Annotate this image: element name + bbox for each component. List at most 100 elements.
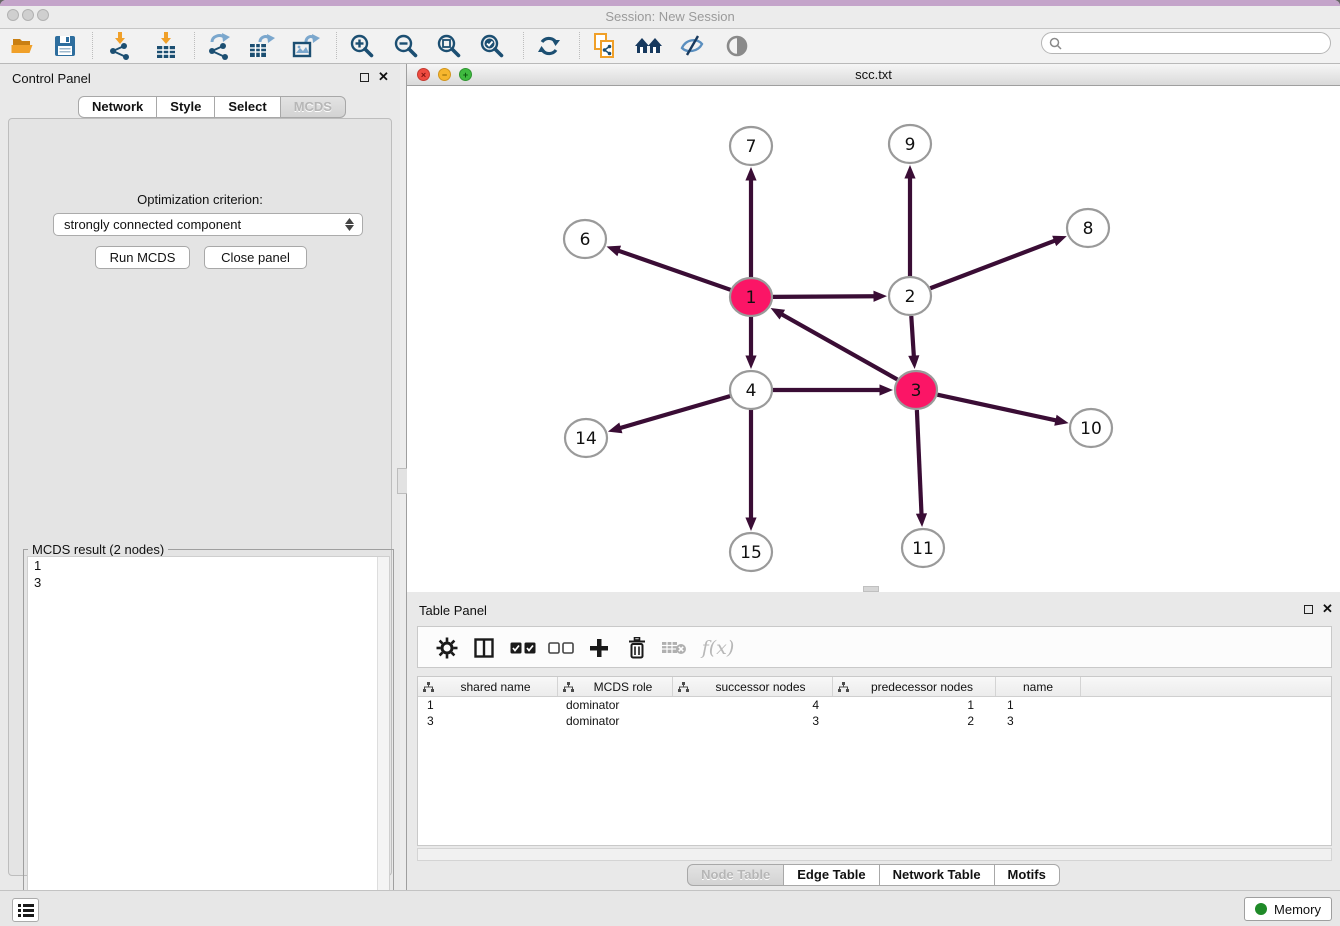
graph-edge-3-11[interactable] (917, 410, 922, 516)
graph-edge-2-3[interactable] (911, 316, 914, 358)
save-session-button[interactable] (47, 31, 83, 61)
hide-all-columns-button[interactable] (545, 633, 577, 663)
tab-select[interactable]: Select (214, 96, 280, 118)
table-toolbar: f(x) (417, 626, 1332, 668)
add-column-button[interactable] (583, 633, 615, 663)
column-header-mcds-role[interactable]: MCDS role (558, 677, 673, 696)
clone-network-button[interactable] (587, 31, 623, 61)
float-panel-icon[interactable] (1304, 605, 1313, 614)
mcds-result-textarea[interactable]: 1 3 (27, 556, 390, 922)
graph-edge-arrow-2-8 (1052, 236, 1067, 246)
cell-name[interactable]: 3 (996, 713, 1081, 729)
table-row[interactable]: 3 dominator 3 2 3 (418, 713, 1331, 729)
column-header-successor-nodes[interactable]: successor nodes (673, 677, 833, 696)
unchecked-boxes-icon (548, 642, 574, 654)
zoom-in-button[interactable] (344, 31, 380, 61)
column-header-name[interactable]: name (996, 677, 1081, 696)
graph-node-label-10: 10 (1080, 419, 1102, 439)
tab-edge-table[interactable]: Edge Table (783, 864, 879, 886)
optimization-criterion-select[interactable]: strongly connected component (53, 213, 363, 236)
close-panel-icon[interactable]: ✕ (378, 70, 389, 84)
main-toolbar (0, 29, 1340, 64)
split-view-button[interactable] (468, 633, 500, 663)
run-mcds-button[interactable]: Run MCDS (95, 246, 190, 269)
network-graph[interactable]: 7968124314101511 (407, 86, 1340, 592)
column-header-shared-name[interactable]: shared name (418, 677, 558, 696)
zoom-selected-button[interactable] (474, 31, 510, 61)
graph-edge-3-1[interactable] (781, 314, 898, 380)
network-window-titlebar[interactable]: × − + scc.txt (407, 64, 1340, 86)
close-panel-button[interactable]: Close panel (204, 246, 307, 269)
memory-label: Memory (1274, 902, 1321, 917)
application-window: Session: New Session (0, 0, 1340, 926)
cell-predecessor-nodes[interactable]: 1 (833, 697, 996, 713)
toolbar-separator (336, 32, 337, 59)
tab-motifs[interactable]: Motifs (994, 864, 1060, 886)
cell-mcds-role[interactable]: dominator (558, 697, 673, 713)
clone-network-icon (592, 32, 618, 60)
export-table-button[interactable] (244, 31, 280, 61)
attribute-icon (423, 682, 434, 692)
search-field[interactable] (1041, 32, 1331, 54)
import-table-button[interactable] (148, 31, 184, 61)
zoom-out-button[interactable] (388, 31, 424, 61)
cell-mcds-role[interactable]: dominator (558, 713, 673, 729)
cell-name[interactable]: 1 (996, 697, 1081, 713)
cell-successor-nodes[interactable]: 3 (673, 713, 833, 729)
tab-mcds[interactable]: MCDS (280, 96, 346, 118)
close-panel-icon[interactable]: ✕ (1322, 602, 1333, 616)
mcds-result-title: MCDS result (2 nodes) (28, 542, 168, 557)
mcds-panel: Optimization criterion: strongly connect… (8, 118, 392, 876)
float-panel-icon[interactable] (360, 73, 369, 82)
graph-edge-1-6[interactable] (617, 250, 730, 290)
table-row[interactable]: 1 dominator 4 1 1 (418, 697, 1331, 713)
cell-shared-name[interactable]: 3 (418, 713, 558, 729)
checked-boxes-icon (510, 642, 536, 654)
delete-column-button[interactable] (621, 633, 653, 663)
search-input[interactable] (1066, 35, 1330, 51)
memory-button[interactable]: Memory (1244, 897, 1332, 921)
graph-edge-2-8[interactable] (930, 240, 1056, 288)
split-columns-icon (474, 638, 494, 658)
toolbar-separator (523, 32, 524, 59)
tab-node-table[interactable]: Node Table (687, 864, 784, 886)
import-network-button[interactable] (102, 31, 138, 61)
cell-predecessor-nodes[interactable]: 2 (833, 713, 996, 729)
result-scrollbar[interactable] (377, 557, 389, 921)
show-all-columns-button[interactable] (507, 633, 539, 663)
network-view[interactable]: 7968124314101511 (407, 86, 1340, 592)
home-button[interactable] (631, 31, 667, 61)
graph-edge-1-2[interactable] (773, 296, 876, 297)
tab-style[interactable]: Style (156, 96, 215, 118)
graph-edge-3-10[interactable] (937, 395, 1057, 421)
refresh-layout-button[interactable] (531, 31, 567, 61)
export-image-button[interactable] (288, 31, 324, 61)
column-header-predecessor-nodes[interactable]: predecessor nodes (833, 677, 996, 696)
open-session-button[interactable] (5, 31, 41, 61)
panel-divider[interactable] (400, 64, 407, 890)
table-settings-button[interactable] (431, 633, 463, 663)
gear-icon (436, 637, 458, 659)
graph-edge-4-14[interactable] (619, 396, 730, 428)
hide-graphics-icon (679, 33, 705, 59)
tab-network-table[interactable]: Network Table (879, 864, 995, 886)
task-history-button[interactable] (12, 898, 39, 922)
fit-content-button[interactable] (431, 31, 467, 61)
graph-edge-arrow-4-14 (608, 422, 623, 433)
function-icon: f(x) (702, 637, 735, 659)
home-icon (634, 34, 664, 58)
export-network-button[interactable] (201, 31, 237, 61)
contrast-button[interactable] (719, 31, 755, 61)
delete-table-button (658, 633, 690, 663)
table-header-row: shared name MCDS role successor nodes pr… (418, 677, 1331, 697)
export-network-icon (206, 32, 232, 60)
network-resize-grip[interactable] (863, 586, 879, 592)
tab-network[interactable]: Network (78, 96, 157, 118)
cell-successor-nodes[interactable]: 4 (673, 697, 833, 713)
fit-content-icon (436, 33, 462, 59)
table-horizontal-scrollbar[interactable] (417, 848, 1332, 861)
graph-node-label-11: 11 (912, 539, 934, 559)
graph-edge-arrow-2-9 (904, 165, 915, 179)
cell-shared-name[interactable]: 1 (418, 697, 558, 713)
hide-graphics-button[interactable] (674, 31, 710, 61)
